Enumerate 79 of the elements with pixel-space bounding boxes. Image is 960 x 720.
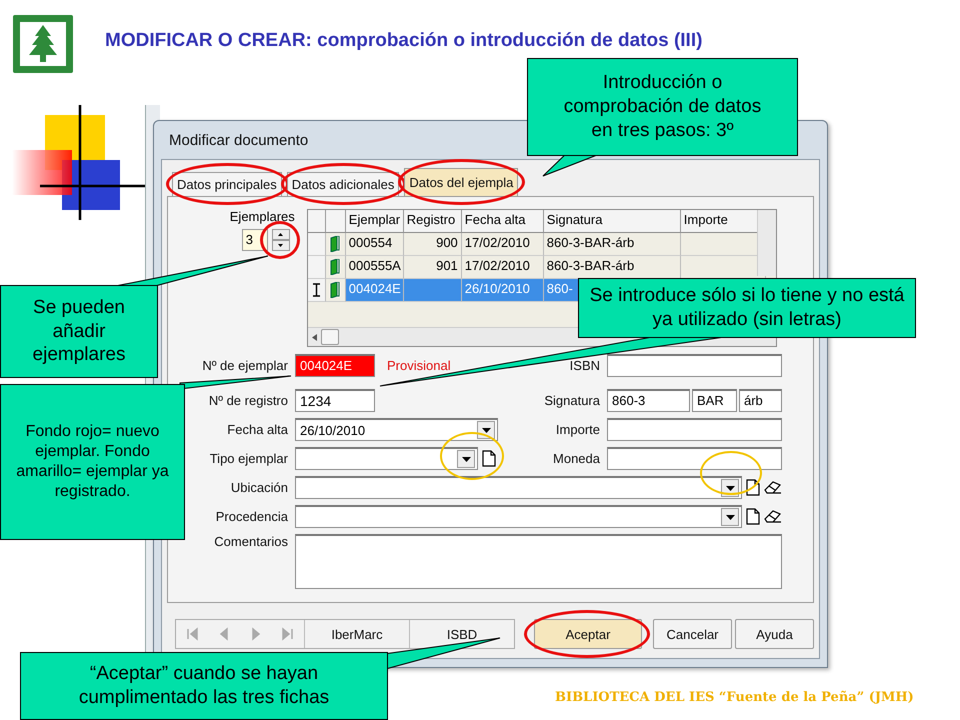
dropdown-button[interactable] (721, 508, 739, 526)
table-cell: 26/10/2010 (462, 279, 544, 302)
field-label: Moneda (552, 451, 600, 466)
location-dropdown[interactable] (295, 476, 742, 499)
eraser-icon[interactable] (764, 510, 782, 524)
register-number-field[interactable]: 1234 (295, 389, 375, 412)
callout-note: Se introduce sólo si lo tiene y no está ya utilizado (sin letras) (578, 278, 916, 338)
format-button[interactable]: IberMarc (304, 620, 409, 648)
field-label: Ejemplares (230, 209, 295, 224)
currency-field[interactable] (607, 447, 782, 470)
row-header-cell[interactable] (308, 233, 326, 256)
dialog-button[interactable]: Ayuda (735, 619, 814, 649)
amount-field[interactable] (607, 418, 782, 441)
caret-down-icon (726, 514, 734, 520)
column-header (308, 210, 326, 233)
callout-note: Fondo rojo= nuevo ejemplar. Fondo amarillo= ejemplar ya registrado. (0, 384, 185, 540)
column-header[interactable]: Signatura (544, 210, 681, 233)
slide-footer: BIBLIOTECA DEL IES “Fuente de la Peña” (JMH) (555, 690, 914, 705)
field-label: Procedencia (214, 509, 288, 524)
field-label: Comentarios (213, 534, 288, 549)
dialog-button[interactable]: Aceptar (534, 619, 642, 649)
isbn-field[interactable] (607, 354, 782, 377)
new-document-icon[interactable] (746, 479, 760, 496)
slide-title: MODIFICAR O CREAR: comprobación o introducción de datos (III) (105, 30, 702, 52)
eraser-icon[interactable] (764, 480, 782, 494)
signature-field[interactable]: 860-3 (607, 389, 690, 412)
caret-up-icon (278, 233, 284, 236)
table-cell: 17/02/2010 (462, 233, 544, 256)
table-cell: 000554 (346, 233, 404, 256)
signature-field[interactable]: árb (739, 389, 782, 412)
spin-up-button[interactable] (272, 229, 290, 240)
comments-field[interactable] (295, 534, 782, 589)
row-header-cell[interactable] (308, 279, 326, 302)
copy-number-field[interactable]: 004024E (295, 354, 375, 377)
copy-type-dropdown[interactable] (295, 447, 478, 470)
field-label: Nº de ejemplar (201, 358, 288, 373)
dropdown-button[interactable] (721, 479, 739, 497)
caret-down-icon (462, 456, 470, 462)
table-cell: 900 (404, 233, 462, 256)
vertical-scrollbar[interactable] (757, 210, 776, 276)
tab[interactable]: Datos del ejempla (404, 168, 518, 196)
column-header[interactable]: Registro (404, 210, 462, 233)
status-text: Provisional (387, 358, 451, 373)
new-document-icon[interactable] (746, 508, 760, 525)
tab[interactable]: Datos principales (172, 172, 282, 196)
tree-logo-icon (12, 14, 74, 74)
field-label: Ubicación (230, 480, 288, 495)
field-label: Importe (554, 422, 600, 437)
book-icon (330, 259, 340, 275)
column-header (326, 210, 346, 233)
caret-down-icon (726, 486, 734, 490)
column-header[interactable]: Ejemplar (346, 210, 404, 233)
book-icon (330, 282, 340, 298)
field-label: ISBN (568, 358, 600, 373)
field-label: Tipo ejemplar (208, 451, 288, 466)
date-dropdown[interactable]: 26/10/2010 (295, 418, 498, 441)
highlight-ring (440, 432, 504, 480)
origin-dropdown[interactable] (295, 505, 742, 528)
dialog-button[interactable]: Cancelar (653, 619, 732, 649)
window-title: Modificar documento (169, 132, 308, 148)
book-icon (330, 236, 340, 252)
column-header[interactable]: Fecha alta (462, 210, 544, 233)
dropdown-button[interactable] (457, 450, 475, 468)
scroll-thumb[interactable] (320, 329, 339, 345)
dropdown-button[interactable] (477, 421, 495, 439)
field-label: Signatura (543, 393, 600, 408)
tab[interactable]: Datos adicionales (286, 172, 400, 196)
signature-field[interactable]: BAR (692, 389, 737, 412)
field-label: Nº de registro (208, 393, 288, 408)
highlight-ring (700, 451, 762, 495)
caret-down-icon (278, 244, 284, 247)
caret-down-icon (482, 428, 490, 432)
row-header-cell[interactable] (308, 256, 326, 279)
scroll-left-icon (312, 334, 317, 340)
table-cell: 860-3-BAR-árb (544, 233, 681, 256)
field-label: Fecha alta (226, 422, 288, 437)
table-cell: 004024E (346, 279, 404, 302)
spin-down-button[interactable] (272, 240, 290, 251)
new-document-icon[interactable] (482, 450, 496, 467)
